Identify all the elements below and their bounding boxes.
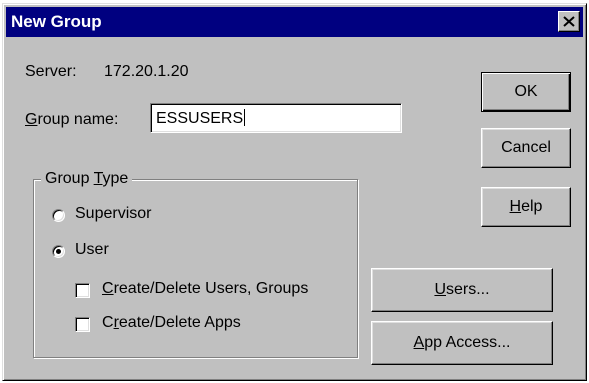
- close-icon: [563, 16, 575, 27]
- ok-button[interactable]: OK: [481, 72, 571, 112]
- checkbox-apps-prefix: C: [102, 314, 114, 331]
- title-bar[interactable]: New Group: [6, 7, 583, 37]
- checkbox-users-groups-mnemonic: C: [102, 280, 114, 297]
- dialog-title: New Group: [11, 12, 102, 31]
- group-type-legend: Group Type: [41, 170, 133, 188]
- help-button-label: Help: [510, 198, 543, 216]
- group-name-mnemonic: G: [25, 111, 38, 128]
- checkbox-create-delete-apps[interactable]: [75, 317, 90, 332]
- radio-supervisor-label[interactable]: Supervisor: [75, 205, 151, 223]
- app-access-text: pp Access...: [424, 334, 511, 351]
- group-name-input[interactable]: ESSUSERS: [150, 103, 402, 133]
- users-text: sers...: [446, 281, 490, 298]
- radio-user-label[interactable]: User: [75, 241, 109, 259]
- radio-selected-dot: [56, 249, 61, 254]
- checkbox-apps-text: eate/Delete Apps: [118, 314, 241, 331]
- server-value: 172.20.1.20: [104, 63, 189, 80]
- group-type-legend-prefix: Group: [45, 170, 94, 187]
- ok-button-label: OK: [514, 83, 538, 100]
- checkbox-apps-label[interactable]: Create/Delete Apps: [102, 314, 241, 332]
- group-type-legend-rest: ype: [102, 170, 129, 187]
- checkbox-users-groups-label[interactable]: Create/Delete Users, Groups: [102, 280, 308, 298]
- server-label: Server:: [25, 63, 77, 80]
- close-button[interactable]: [558, 11, 580, 32]
- checkbox-users-groups-text: reate/Delete Users, Groups: [113, 280, 309, 297]
- users-mnemonic: U: [434, 281, 446, 298]
- cancel-button[interactable]: Cancel: [481, 128, 571, 168]
- group-type-mnemonic: T: [93, 170, 103, 187]
- radio-user[interactable]: [52, 245, 65, 258]
- text-caret: [244, 109, 246, 126]
- group-name-label-text: roup name:: [37, 111, 119, 128]
- checkbox-create-delete-users-groups[interactable]: [75, 283, 90, 298]
- cancel-button-label: Cancel: [501, 139, 551, 156]
- group-name-label: Group name:: [25, 111, 118, 129]
- group-name-value: ESSUSERS: [156, 110, 244, 127]
- app-access-button[interactable]: App Access...: [371, 321, 553, 365]
- app-access-mnemonic: A: [413, 334, 425, 351]
- help-text: elp: [521, 198, 543, 215]
- users-button[interactable]: Users...: [371, 268, 553, 312]
- radio-supervisor[interactable]: [52, 209, 65, 222]
- users-button-label: Users...: [434, 281, 489, 299]
- help-button[interactable]: Help: [481, 187, 571, 227]
- help-mnemonic: H: [509, 198, 522, 215]
- app-access-button-label: App Access...: [414, 334, 511, 352]
